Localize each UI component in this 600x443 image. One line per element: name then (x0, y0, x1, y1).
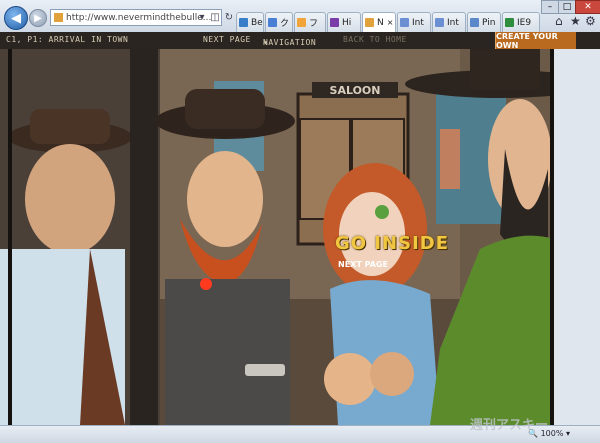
refresh-icon[interactable]: ↻ (223, 11, 235, 23)
close-window-button[interactable]: ✕ (575, 0, 600, 14)
forward-button[interactable]: ▶ (29, 9, 47, 27)
tab-favicon-icon (330, 18, 339, 27)
tab-favicon-icon (239, 18, 248, 27)
browser-tab-active[interactable]: N × (362, 12, 396, 32)
chapter-label: C1, P1: ARRIVAL IN TOWN (6, 35, 129, 44)
browser-toolbar: ◀ ▶ http://www.nevermindthebulle... ▾ ◫ … (0, 0, 600, 33)
create-your-own-button[interactable]: CREATE YOUR OWN (495, 32, 576, 50)
page-margin (554, 49, 600, 425)
forward-arrow-icon: ▶ (34, 12, 42, 24)
browser-tab[interactable]: Be (236, 12, 264, 32)
browser-tab[interactable]: Int (397, 12, 431, 32)
site-favicon-icon (54, 13, 63, 22)
browser-tab[interactable]: ク (265, 12, 293, 32)
dropdown-icon[interactable]: ▾ (196, 11, 208, 23)
back-arrow-icon: ◀ (11, 10, 21, 26)
minimize-button[interactable]: – (541, 0, 559, 14)
next-page-link[interactable]: NEXT PAGE (203, 35, 251, 44)
navigation-label: NAVIGATION (263, 38, 317, 47)
tab-favicon-icon (297, 18, 306, 27)
address-text: http://www.nevermindthebulle... (66, 12, 212, 23)
browser-tab[interactable]: IE9 (502, 12, 540, 32)
tab-favicon-icon (505, 18, 514, 27)
browser-tab[interactable]: Int (432, 12, 466, 32)
tab-favicon-icon (365, 18, 374, 27)
favorites-star-icon[interactable]: ★ (570, 14, 581, 28)
tab-favicon-icon (470, 18, 479, 27)
tab-favicon-icon (435, 18, 444, 27)
browser-tab[interactable]: フ (294, 12, 326, 32)
panel-border (8, 49, 554, 425)
browser-tab[interactable]: Hi (327, 12, 361, 32)
go-inside-link[interactable]: GO INSIDE (335, 233, 449, 254)
home-icon[interactable]: ⌂ (555, 14, 563, 28)
back-button[interactable]: ◀ (4, 6, 28, 30)
comic-panel[interactable]: SALOON GO INSIDE NEXT PAGE (0, 49, 600, 425)
close-tab-icon[interactable]: × (387, 18, 394, 27)
tab-favicon-icon (268, 18, 277, 27)
browser-tab[interactable]: Pin (467, 12, 501, 32)
settings-gear-icon[interactable]: ⚙ (585, 14, 596, 28)
chevron-down-icon: ▾ (263, 38, 269, 47)
tab-favicon-icon (400, 18, 409, 27)
compatibility-icon[interactable]: ◫ (209, 11, 221, 23)
maximize-button[interactable]: □ (558, 0, 576, 14)
next-page-hint[interactable]: NEXT PAGE (338, 260, 388, 269)
back-to-home-link[interactable]: BACK TO HOME (343, 35, 407, 44)
watermark: 週刊アスキー (469, 418, 548, 433)
